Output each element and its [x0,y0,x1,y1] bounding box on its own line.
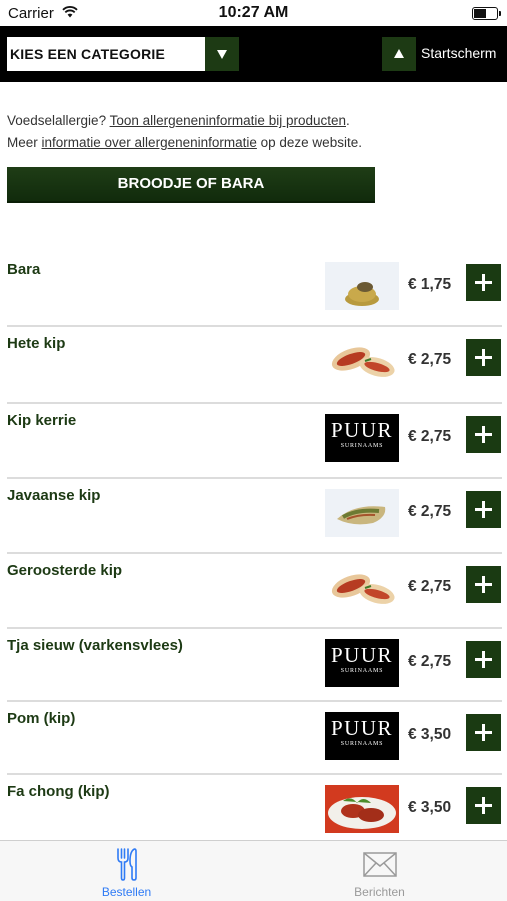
allergen-question: Voedselallergie? [7,113,110,128]
product-image [325,564,399,612]
home-button[interactable] [382,37,416,71]
allergen-info: Voedselallergie? Toon allergeneninformat… [7,110,502,154]
tab-berichten[interactable]: Berichten [253,841,506,901]
add-to-cart-button[interactable] [466,566,501,603]
puur-logo: PUUR SURINAAMS [325,639,399,687]
product-name: Fa chong (kip) [7,783,110,800]
battery-level [474,9,486,18]
puur-logo: PUUR SURINAAMS [325,712,399,760]
status-bar: Carrier 10:27 AM [0,0,507,26]
product-image [325,785,399,833]
clock: 10:27 AM [218,4,289,21]
tab-bar: Bestellen Berichten [0,840,507,901]
product-image [325,489,399,537]
product-price: € 2,75 [408,351,452,368]
add-to-cart-button[interactable] [466,264,501,301]
product-row: Bara € 1,75 [0,250,507,327]
battery-icon [472,7,501,20]
product-image [325,262,399,310]
tab-bestellen[interactable]: Bestellen [0,841,253,901]
app-header: KIES EEN CATEGORIE Startscherm [0,26,507,82]
puur-logo-subtext: SURINAAMS [340,443,384,449]
product-price: € 1,75 [408,276,452,293]
product-row: Fa chong (kip) € 3,50 [0,774,507,840]
puur-logo: PUUR SURINAAMS [325,414,399,462]
add-to-cart-button[interactable] [466,787,501,824]
puur-logo-text: PUUR [330,643,394,667]
section-title: BROODJE OF BARA [117,175,265,192]
product-price: € 2,75 [408,653,452,670]
category-select[interactable]: KIES EEN CATEGORIE [7,37,239,71]
puur-logo-subtext: SURINAAMS [340,741,384,747]
product-row: Geroosterde kip € 2,75 [0,553,507,629]
product-price: € 3,50 [408,799,452,816]
info-suffix-1: . [346,113,350,128]
section-header: BROODJE OF BARA [7,167,375,203]
product-row: Kip kerrie PUUR SURINAAMS € 2,75 [0,403,507,479]
product-name: Pom (kip) [7,710,76,727]
product-price: € 2,75 [408,578,452,595]
product-row: Pom (kip) PUUR SURINAAMS € 3,50 [0,701,507,775]
product-row: Javaanse kip € 2,75 [0,478,507,554]
add-to-cart-button[interactable] [466,641,501,678]
cutlery-icon [0,847,253,886]
show-allergen-link[interactable]: Toon allergeneninformatie bij producten [110,113,346,128]
add-to-cart-button[interactable] [466,339,501,376]
product-row: Hete kip € 2,75 [0,326,507,404]
add-to-cart-button[interactable] [466,416,501,453]
product-name: Geroosterde kip [7,562,123,579]
info-prefix-2: Meer [7,135,42,150]
product-name: Tja sieuw (varkensvlees) [7,637,183,654]
product-price: € 2,75 [408,428,452,445]
allergen-info-line-2: Meer informatie over allergeneninformati… [7,132,502,154]
add-to-cart-button[interactable] [466,491,501,528]
tab-berichten-label: Berichten [354,885,405,899]
product-name: Bara [7,261,41,278]
product-price: € 3,50 [408,726,452,743]
product-name: Kip kerrie [7,412,77,429]
allergen-info-line-1: Voedselallergie? Toon allergeneninformat… [7,110,502,132]
chevron-down-icon[interactable] [205,37,239,71]
product-name: Javaanse kip [7,487,101,504]
add-to-cart-button[interactable] [466,714,501,751]
product-name: Hete kip [7,335,66,352]
tab-bestellen-label: Bestellen [101,885,152,899]
product-row: Tja sieuw (varkensvlees) PUUR SURINAAMS € 2… [0,628,507,702]
envelope-icon [253,847,506,883]
puur-logo-subtext: SURINAAMS [340,668,384,674]
allergen-website-link[interactable]: informatie over allergeneninformatie [42,135,257,150]
info-suffix-2: op deze website. [256,135,362,150]
product-price: € 2,75 [408,503,452,520]
category-select-label: KIES EEN CATEGORIE [10,46,166,62]
puur-logo-text: PUUR [330,418,394,442]
puur-logo-text: PUUR [330,716,394,740]
product-image [325,337,399,385]
home-label[interactable]: Startscherm [421,45,496,61]
